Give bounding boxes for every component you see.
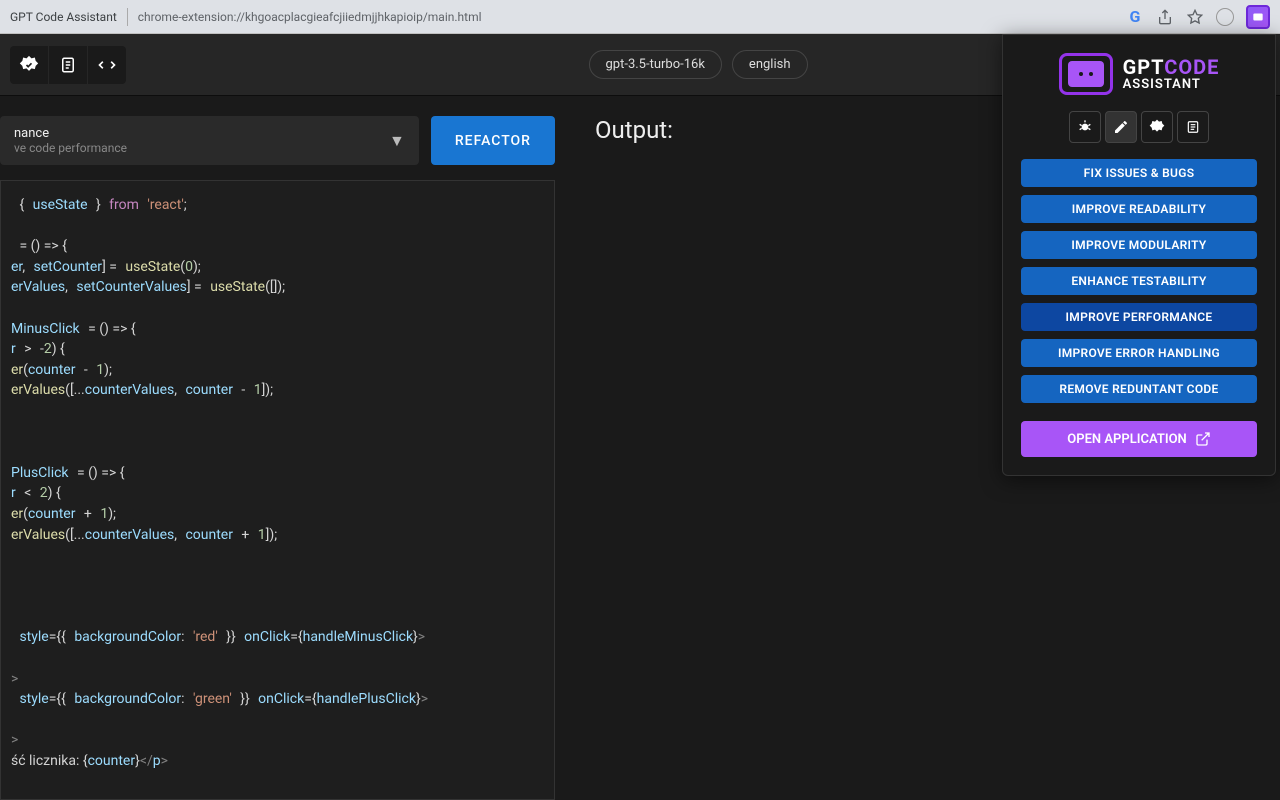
toolbar-mode-group: [10, 46, 126, 84]
enhance-testability-button[interactable]: ENHANCE TESTABILITY: [1021, 267, 1257, 295]
browser-action-icons: G: [1126, 5, 1270, 29]
code-mode-icon[interactable]: [88, 46, 126, 84]
action-dropdown[interactable]: nance ve code performance ▼: [0, 116, 419, 165]
improve-error-handling-button[interactable]: IMPROVE ERROR HANDLING: [1021, 339, 1257, 367]
logo-gpt-text: GPT: [1123, 55, 1165, 79]
document-mode-icon[interactable]: [49, 46, 87, 84]
dropdown-text: nance ve code performance: [14, 126, 127, 155]
remove-redundant-code-button[interactable]: REMOVE REDUNTANT CODE: [1021, 375, 1257, 403]
logo-robot-icon: [1059, 53, 1113, 95]
verified-mode-icon[interactable]: [10, 46, 48, 84]
bug-icon[interactable]: [1069, 111, 1101, 143]
extension-popup: GPTCODE ASSISTANT FIX ISSUES & BUGS IMPR…: [1002, 34, 1276, 476]
input-column: nance ve code performance ▼ REFACTOR { u…: [0, 116, 555, 800]
chevron-down-icon: ▼: [389, 131, 405, 151]
extension-icon[interactable]: [1246, 5, 1270, 29]
code-editor[interactable]: { useState } from 'react'; = () => { er,…: [0, 180, 555, 800]
browser-address-bar: GPT Code Assistant chrome-extension://kh…: [0, 0, 1280, 34]
language-selector[interactable]: english: [732, 50, 808, 79]
star-icon[interactable]: [1186, 8, 1204, 26]
share-icon[interactable]: [1156, 8, 1174, 26]
dropdown-label: nance: [14, 126, 127, 141]
google-icon[interactable]: G: [1126, 8, 1144, 26]
url-text: chrome-extension://khgoacplacgieafcjiied…: [138, 10, 1116, 24]
external-link-icon: [1195, 431, 1211, 447]
extension-logo: GPTCODE ASSISTANT: [1021, 53, 1257, 95]
edit-icon[interactable]: [1105, 111, 1137, 143]
extension-mode-icons: [1021, 111, 1257, 143]
fix-issues-button[interactable]: FIX ISSUES & BUGS: [1021, 159, 1257, 187]
dropdown-subtitle: ve code performance: [14, 141, 127, 155]
open-app-label: OPEN APPLICATION: [1067, 432, 1186, 447]
improve-readability-button[interactable]: IMPROVE READABILITY: [1021, 195, 1257, 223]
action-row: nance ve code performance ▼ REFACTOR: [0, 116, 555, 165]
logo-text: GPTCODE ASSISTANT: [1123, 57, 1220, 92]
improve-performance-button[interactable]: IMPROVE PERFORMANCE: [1021, 303, 1257, 331]
tab-title: GPT Code Assistant: [10, 10, 117, 24]
improve-modularity-button[interactable]: IMPROVE MODULARITY: [1021, 231, 1257, 259]
model-selector[interactable]: gpt-3.5-turbo-16k: [589, 50, 722, 79]
divider: [127, 8, 128, 26]
list-icon[interactable]: [1177, 111, 1209, 143]
refactor-button[interactable]: REFACTOR: [431, 116, 555, 165]
profile-icon[interactable]: [1216, 8, 1234, 26]
action-list: FIX ISSUES & BUGS IMPROVE READABILITY IM…: [1021, 159, 1257, 403]
open-application-button[interactable]: OPEN APPLICATION: [1021, 421, 1257, 457]
logo-assistant-text: ASSISTANT: [1123, 77, 1220, 92]
verified-icon[interactable]: [1141, 111, 1173, 143]
logo-code-text: CODE: [1164, 55, 1219, 79]
